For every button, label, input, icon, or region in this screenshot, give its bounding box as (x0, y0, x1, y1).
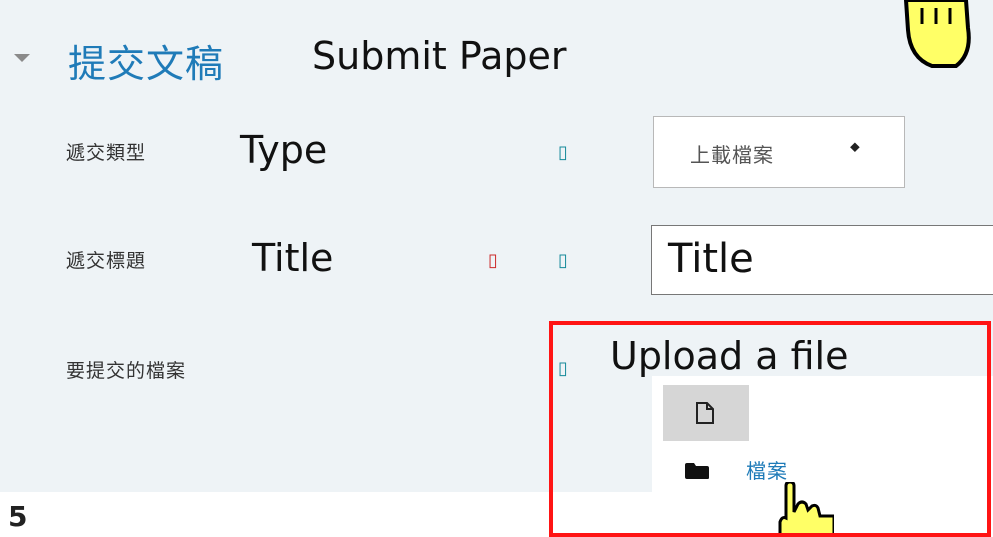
info-icon[interactable]: ▯ (558, 250, 568, 271)
required-icon: ▯ (488, 250, 498, 271)
page-number: 5 (8, 500, 28, 533)
title-label-en-annotation: Title (252, 236, 334, 280)
input-value: Title (668, 236, 754, 282)
type-label-zh: 遞交類型 (66, 142, 147, 164)
type-label-en-annotation: Type (240, 128, 328, 172)
title-label-zh: 遞交標題 (66, 250, 147, 272)
file-label-zh: 要提交的檔案 (66, 360, 187, 382)
submission-type-select[interactable]: 上載檔案 ⬥ (653, 116, 905, 188)
section-title-zh[interactable]: 提交文稿 (68, 33, 224, 88)
chevron-down-icon[interactable] (14, 54, 30, 62)
section-title-en-annotation: Submit Paper (312, 34, 567, 78)
info-icon[interactable]: ▯ (558, 142, 568, 163)
highlight-box (549, 321, 991, 537)
sort-arrows-icon: ⬥ (850, 139, 860, 155)
submission-title-input[interactable]: Title (651, 225, 993, 295)
hand-pointer-icon (903, 0, 971, 68)
select-value: 上載檔案 (690, 143, 774, 167)
